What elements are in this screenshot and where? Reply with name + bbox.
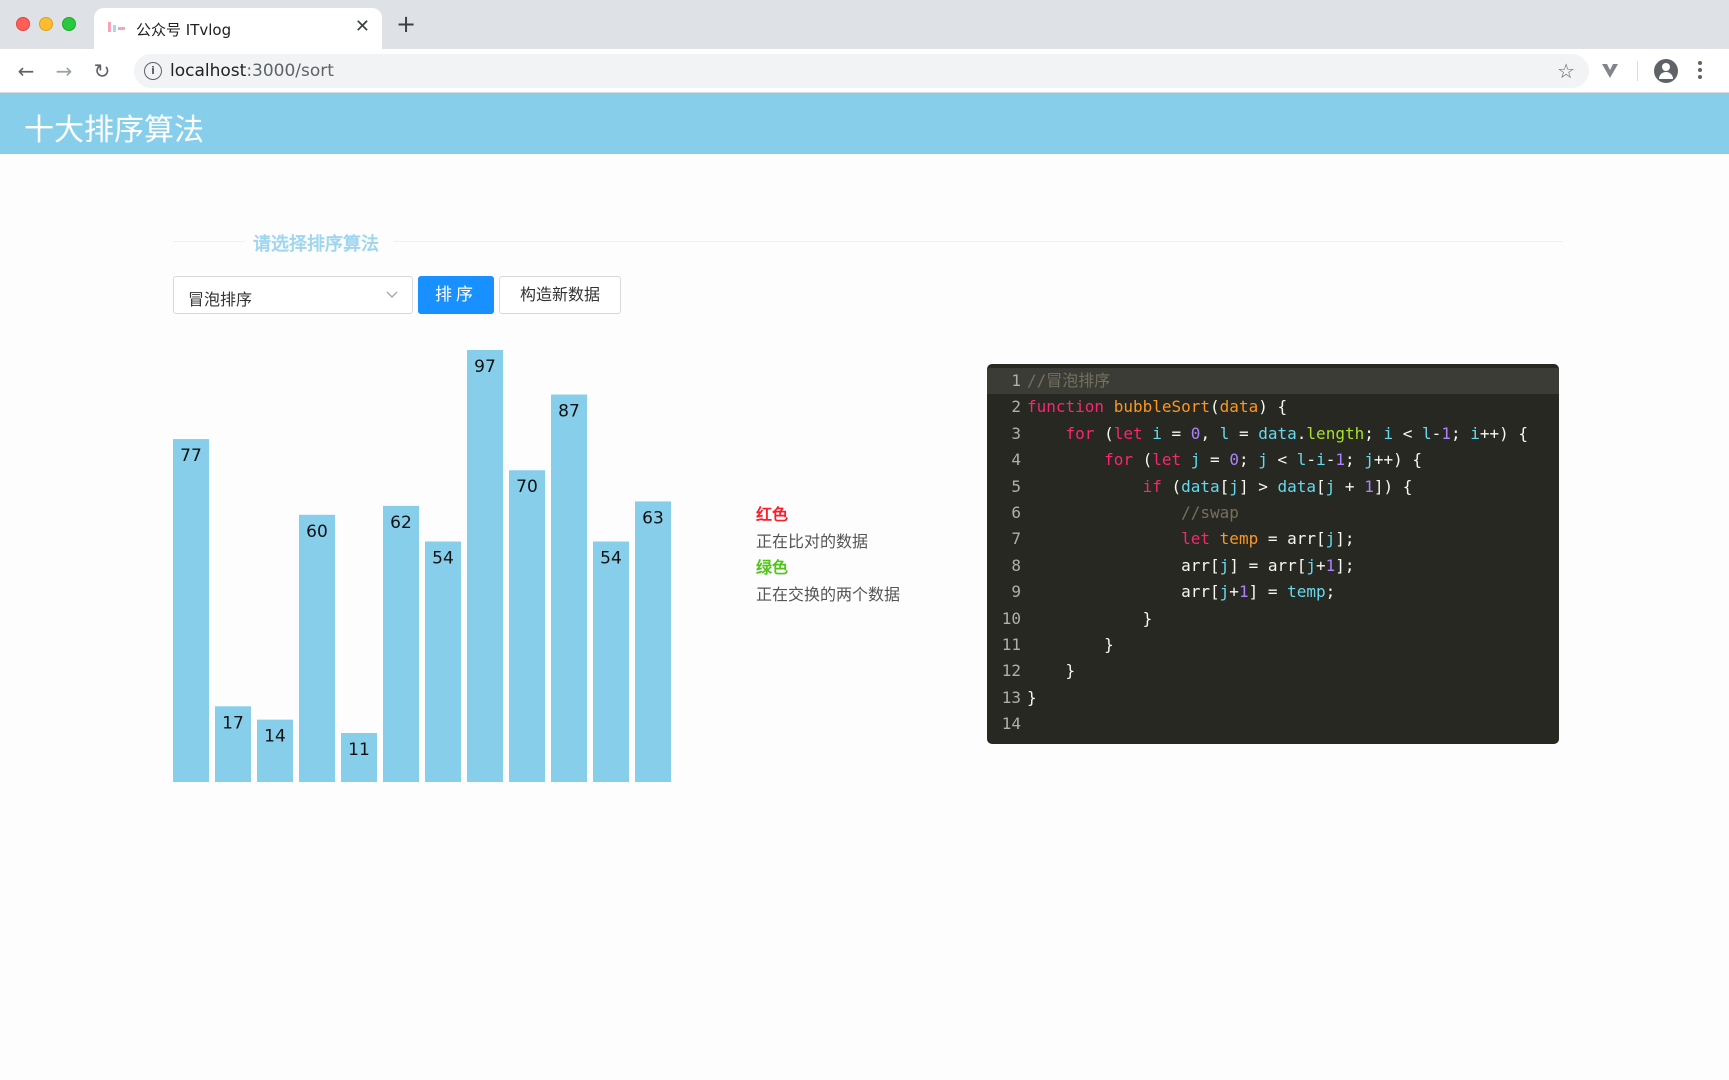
line-number: 3 xyxy=(1011,423,1021,443)
bar xyxy=(509,470,545,782)
bar-value-label: 11 xyxy=(348,740,370,760)
bar-value-label: 54 xyxy=(432,549,454,569)
code-line[interactable]: 2 function bubbleSort(data) { xyxy=(987,394,1559,420)
line-number: 6 xyxy=(1011,502,1021,522)
bar-value-label: 60 xyxy=(306,522,328,542)
close-window-button[interactable] xyxy=(16,17,30,31)
code-line[interactable]: 1//冒泡排序 xyxy=(987,368,1559,395)
bar xyxy=(635,501,671,782)
bookmark-star-icon[interactable]: ☆ xyxy=(1557,59,1575,83)
line-number: 1 xyxy=(1011,371,1021,390)
line-number: 10 xyxy=(1001,608,1021,628)
favicon-icon xyxy=(108,22,125,32)
divider-line-right xyxy=(393,241,1563,242)
bar-value-label: 17 xyxy=(222,713,244,733)
line-number: 4 xyxy=(1011,450,1021,470)
code-line[interactable]: 7 let temp = arr[j]; xyxy=(987,526,1559,552)
bar-value-label: 97 xyxy=(474,357,496,377)
code-line[interactable]: 14 xyxy=(987,711,1559,737)
line-number: 12 xyxy=(1001,661,1021,681)
forward-arrow-icon[interactable]: → xyxy=(52,59,76,83)
minimize-window-button[interactable] xyxy=(39,17,53,31)
info-icon[interactable]: i xyxy=(144,62,162,80)
algorithm-select[interactable]: 冒泡排序 xyxy=(173,276,413,314)
bar-value-label: 63 xyxy=(642,508,664,528)
bar-value-label: 62 xyxy=(390,513,412,533)
color-legend: 红色 正在比对的数据 绿色 正在交换的两个数据 xyxy=(756,502,956,608)
line-number: 5 xyxy=(1011,476,1021,496)
url-text[interactable]: localhost:3000/sort xyxy=(170,61,334,81)
line-number: 8 xyxy=(1011,555,1021,575)
bar xyxy=(467,350,503,782)
bar xyxy=(173,439,209,782)
divider-line-left xyxy=(173,241,245,242)
url-path: :3000/sort xyxy=(246,61,334,81)
extension-icon[interactable] xyxy=(1601,62,1619,80)
more-menu-icon[interactable] xyxy=(1697,59,1703,83)
code-line[interactable]: 4 for (let j = 0; j < l-i-1; j++) { xyxy=(987,447,1559,473)
bar xyxy=(383,505,419,782)
code-line[interactable]: 3 for (let i = 0, l = data.length; i < l… xyxy=(987,421,1559,447)
bar-value-label: 54 xyxy=(600,549,622,569)
tab-close-icon[interactable]: ✕ xyxy=(355,17,370,37)
profile-avatar-icon[interactable] xyxy=(1654,59,1678,83)
page-title: 十大排序算法 xyxy=(24,113,204,148)
code-line[interactable]: 11 } xyxy=(987,632,1559,658)
back-arrow-icon[interactable]: ← xyxy=(14,59,38,83)
browser-tab-strip: 公众号 ITvlog ✕ + xyxy=(0,0,1729,49)
bar-value-label: 77 xyxy=(180,446,202,466)
line-number: 11 xyxy=(1001,634,1021,654)
bar-value-label: 87 xyxy=(558,402,580,422)
new-tab-button[interactable]: + xyxy=(396,12,416,36)
code-line[interactable]: 6 //swap xyxy=(987,500,1559,526)
code-line[interactable]: 5 if (data[j] > data[j + 1]) { xyxy=(987,474,1559,500)
bar-value-label: 14 xyxy=(264,727,286,747)
chevron-down-icon xyxy=(386,291,398,298)
line-number: 14 xyxy=(1001,714,1021,734)
line-number: 13 xyxy=(1001,687,1021,707)
reload-icon[interactable]: ↻ xyxy=(90,59,114,83)
line-number: 7 xyxy=(1011,529,1021,549)
code-line[interactable]: 8 arr[j] = arr[j+1]; xyxy=(987,553,1559,579)
code-line[interactable]: 13} xyxy=(987,685,1559,711)
maximize-window-button[interactable] xyxy=(62,17,76,31)
legend-green-desc: 正在交换的两个数据 xyxy=(756,584,901,604)
legend-red-desc: 正在比对的数据 xyxy=(756,531,869,551)
new-data-button[interactable]: 构造新数据 xyxy=(499,276,621,314)
url-host: localhost xyxy=(170,61,247,81)
tab-title: 公众号 ITvlog xyxy=(136,21,232,39)
bar-value-label: 70 xyxy=(516,477,538,497)
browser-toolbar: ← → ↻ i localhost:3000/sort ☆ xyxy=(0,49,1729,93)
code-line[interactable]: 10 } xyxy=(987,606,1559,632)
toolbar-separator xyxy=(1637,61,1638,81)
sort-bar-chart: 77 17 14 60 11 62 54 97 70 87 54 63 xyxy=(173,350,671,782)
bar xyxy=(593,541,629,782)
bar xyxy=(551,394,587,782)
page-header: 十大排序算法 xyxy=(0,93,1729,154)
section-title: 请选择排序算法 xyxy=(253,234,379,255)
legend-green-label: 绿色 xyxy=(756,558,789,577)
sort-button[interactable]: 排序 xyxy=(418,276,494,314)
bar xyxy=(425,541,461,782)
code-line[interactable]: 9 arr[j+1] = temp; xyxy=(987,579,1559,605)
bar xyxy=(299,514,335,782)
line-number: 2 xyxy=(1011,397,1021,417)
address-bar[interactable]: i localhost:3000/sort ☆ xyxy=(134,54,1589,88)
section-divider: 请选择排序算法 xyxy=(173,230,1563,255)
legend-red-label: 红色 xyxy=(756,505,789,524)
line-number: 9 xyxy=(1011,582,1021,602)
code-editor[interactable]: 1//冒泡排序 2 function bubbleSort(data) { 3 f… xyxy=(987,364,1559,744)
algorithm-select-value: 冒泡排序 xyxy=(188,290,253,309)
browser-tab[interactable]: 公众号 ITvlog ✕ xyxy=(94,8,382,49)
code-line[interactable]: 12 } xyxy=(987,658,1559,684)
